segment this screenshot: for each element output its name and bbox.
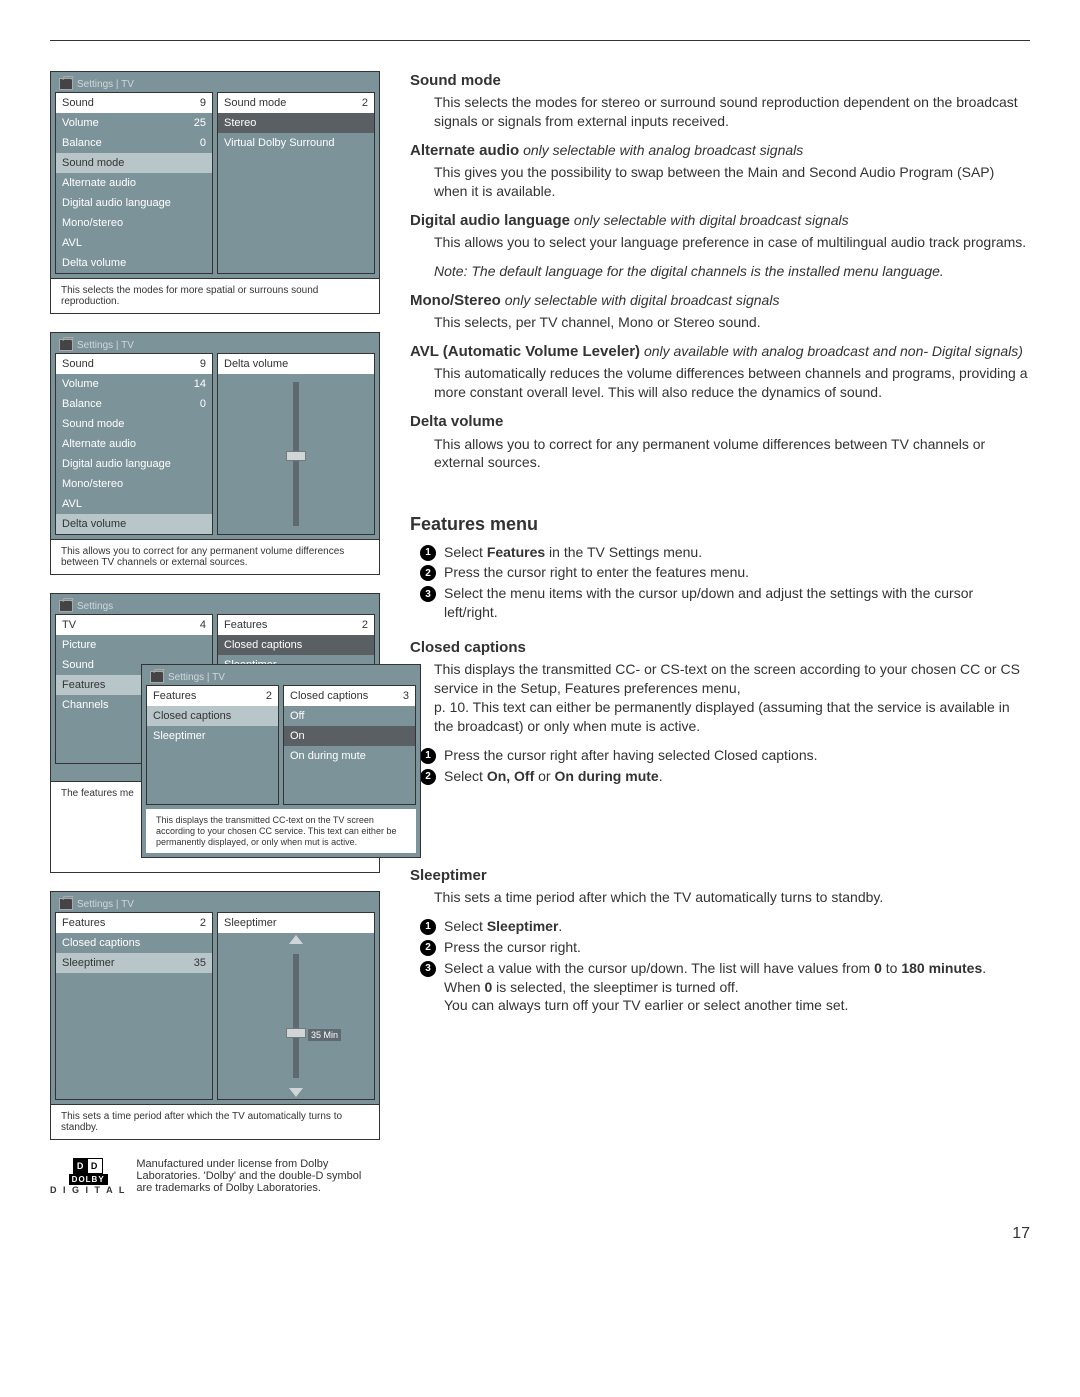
menu-left: Sound9Volume25Balance0Sound modeAlternat…: [55, 92, 213, 274]
caption: This allows you to correct for any perma…: [51, 540, 379, 574]
menu-item[interactable]: Closed captions: [56, 933, 212, 953]
menu-right: Closed captions3OffOnOn during mute: [283, 685, 416, 805]
heading-mono-stereo: Mono/Stereo: [410, 292, 501, 309]
menu-item[interactable]: Balance0: [56, 133, 212, 153]
osd-sleeptimer: Settings | TV Features2Closed captionsSl…: [50, 891, 380, 1140]
tv-icon: [59, 339, 73, 351]
text: This automatically reduces the volume di…: [434, 364, 1030, 402]
menu-item[interactable]: Balance0: [56, 394, 212, 414]
text: This displays the transmitted CC- or CS-…: [434, 660, 1030, 736]
caption: This displays the transmitted CC-text on…: [146, 809, 416, 853]
step-3-icon: 3: [420, 586, 436, 602]
heading-digital-audio-language: Digital audio language: [410, 212, 570, 229]
tv-icon: [59, 78, 73, 90]
menu-item[interactable]: Alternate audio: [56, 173, 212, 193]
menu-item[interactable]: Picture: [56, 635, 212, 655]
menu-item[interactable]: Sleeptimer35: [56, 953, 212, 973]
menu-item[interactable]: Alternate audio: [56, 434, 212, 454]
menu-item[interactable]: Stereo: [218, 113, 374, 133]
menu-item[interactable]: Digital audio language: [56, 454, 212, 474]
osd-sound-mode: Settings | TV Sound9Volume25Balance0Soun…: [50, 71, 380, 314]
tv-icon: [150, 671, 164, 683]
text: This selects, per TV channel, Mono or St…: [434, 313, 1030, 332]
step-2-icon: 2: [420, 769, 436, 785]
menu-item[interactable]: Sleeptimer: [147, 726, 278, 746]
page-number: 17: [50, 1225, 1030, 1243]
menu-item[interactable]: Delta volume: [56, 253, 212, 273]
menu-item[interactable]: Mono/stereo: [56, 474, 212, 494]
menu-item[interactable]: On: [284, 726, 415, 746]
heading-closed-captions: Closed captions: [410, 639, 526, 656]
step-1-icon: 1: [420, 748, 436, 764]
menu-item[interactable]: Sound mode: [56, 153, 212, 173]
menu-item[interactable]: Virtual Dolby Surround: [218, 133, 374, 153]
menu-item[interactable]: Closed captions: [147, 706, 278, 726]
step-2-icon: 2: [420, 565, 436, 581]
menu-item[interactable]: AVL: [56, 494, 212, 514]
step-3-icon: 3: [420, 961, 436, 977]
osd-features: Settings TV4PictureSoundFeaturesChannels…: [50, 593, 380, 873]
text: This gives you the possibility to swap b…: [434, 163, 1030, 201]
menu-item[interactable]: On during mute: [284, 746, 415, 766]
step-1-icon: 1: [420, 545, 436, 561]
text: This sets a time period after which the …: [434, 888, 1030, 907]
tv-icon: [59, 898, 73, 910]
heading-sound-mode: Sound mode: [410, 72, 501, 89]
heading-alternate-audio: Alternate audio: [410, 142, 519, 159]
menu-item[interactable]: Mono/stereo: [56, 213, 212, 233]
heading-delta-volume: Delta volume: [410, 413, 503, 430]
text: This allows you to select your language …: [434, 233, 1030, 252]
menu-left: Features2Closed captionsSleeptimer: [146, 685, 279, 805]
caption: This sets a time period after which the …: [51, 1105, 379, 1139]
caption: This selects the modes for more spatial …: [51, 279, 379, 313]
step-2-icon: 2: [420, 940, 436, 956]
menu-item[interactable]: Delta volume: [56, 514, 212, 534]
slider-panel: Sleeptimer 35 Min: [217, 912, 375, 1100]
heading-sleeptimer: Sleeptimer: [410, 867, 487, 884]
menu-left: Sound9Volume14Balance0Sound modeAlternat…: [55, 353, 213, 535]
menu-item[interactable]: Sound mode: [56, 414, 212, 434]
menu-right: Sound mode2StereoVirtual Dolby Surround: [217, 92, 375, 274]
arrow-down-icon: [289, 1088, 303, 1097]
menu-left: Features2Closed captionsSleeptimer35: [55, 912, 213, 1100]
heading-features-menu: Features menu: [410, 512, 1030, 536]
menu-item[interactable]: Digital audio language: [56, 193, 212, 213]
dolby-notice: DD DOLBY D I G I T A L Manufactured unde…: [50, 1158, 380, 1195]
menu-item[interactable]: Closed captions: [218, 635, 374, 655]
heading-avl: AVL (Automatic Volume Leveler): [410, 343, 640, 360]
step-1-icon: 1: [420, 919, 436, 935]
text: This allows you to correct for any perma…: [434, 435, 1030, 473]
breadcrumb: Settings | TV: [55, 76, 375, 92]
tv-icon: [59, 600, 73, 612]
dolby-icon: DD: [73, 1158, 103, 1174]
arrow-up-icon: [289, 935, 303, 944]
menu-item[interactable]: Volume14: [56, 374, 212, 394]
osd-closed-captions: Settings | TV Features2Closed captionsSl…: [141, 664, 421, 858]
osd-delta-volume: Settings | TV Sound9Volume14Balance0Soun…: [50, 332, 380, 575]
note: Note: The default language for the digit…: [434, 262, 1030, 281]
menu-item[interactable]: Off: [284, 706, 415, 726]
menu-item[interactable]: Volume25: [56, 113, 212, 133]
slider-panel: Delta volume: [217, 353, 375, 535]
menu-item[interactable]: AVL: [56, 233, 212, 253]
text: This selects the modes for stereo or sur…: [434, 93, 1030, 131]
